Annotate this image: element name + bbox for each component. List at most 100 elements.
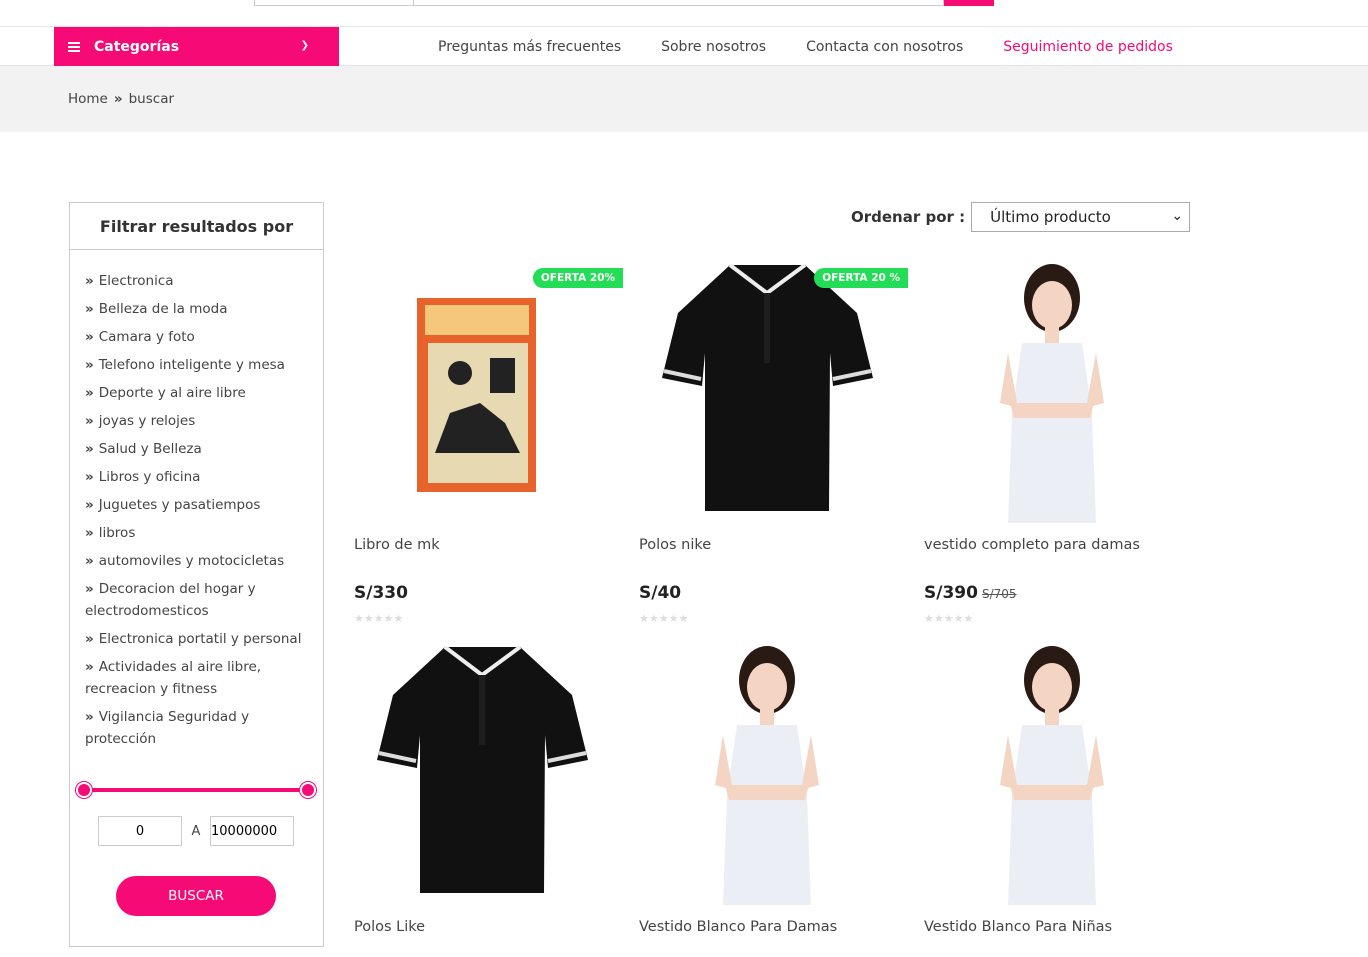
search-input[interactable] <box>414 0 944 6</box>
product-name[interactable]: vestido completo para damas <box>924 537 1140 553</box>
rating-stars-icon: ★★★★★ <box>354 612 404 625</box>
category-label: Decoracion del hogar y electrodomesticos <box>85 581 256 619</box>
price-min-handle[interactable] <box>76 782 92 798</box>
category-label: automoviles y motocicletas <box>98 553 285 569</box>
category-item[interactable]: » automoviles y motocicletas <box>85 550 309 572</box>
category-item[interactable]: » libros <box>85 522 309 544</box>
product-card[interactable]: Vestido Blanco Para Damas <box>625 635 910 957</box>
category-label: Camara y foto <box>98 329 195 345</box>
product-name[interactable]: Vestido Blanco Para Niñas <box>924 919 1112 935</box>
category-item[interactable]: » Vigilancia Seguridad y protección <box>85 706 309 750</box>
polo-shirt-icon[interactable] <box>625 253 910 533</box>
search-button[interactable] <box>944 0 994 6</box>
category-item[interactable]: » Belleza de la moda <box>85 298 309 320</box>
category-label: Electronica portatil y personal <box>98 631 302 647</box>
sort-label: Ordenar por : <box>851 208 966 226</box>
filter-title: Filtrar resultados por <box>70 203 323 250</box>
price-max-input[interactable] <box>210 816 294 846</box>
search-filter-button[interactable]: BUSCAR <box>116 876 276 916</box>
product-name[interactable]: Libro de mk <box>354 537 440 553</box>
discount-badge: OFERTA 20 % <box>814 268 908 288</box>
category-item[interactable]: » Libros y oficina <box>85 466 309 488</box>
nav-link-contact[interactable]: Contacta con nosotros <box>806 39 963 55</box>
double-chevron-icon: » <box>85 385 94 401</box>
double-chevron-icon: » <box>85 553 94 569</box>
categories-menu-button[interactable]: Categorías ❯ <box>54 27 339 67</box>
polo-shirt-icon[interactable] <box>340 635 625 915</box>
double-chevron-icon: » <box>85 631 94 647</box>
product-card[interactable]: Polos Like <box>340 635 625 957</box>
filter-sidebar: Filtrar resultados por » Electronica» Bell… <box>69 202 324 947</box>
old-price: S/705 <box>981 587 1017 601</box>
category-item[interactable]: » Deporte y al aire libre <box>85 382 309 404</box>
product-name[interactable]: Polos Like <box>354 919 425 935</box>
product-name[interactable]: Polos nike <box>639 537 711 553</box>
double-chevron-icon: » <box>85 469 94 485</box>
category-item[interactable]: » Camara y foto <box>85 326 309 348</box>
product-price: S/390 S/705 <box>924 583 1017 603</box>
chevron-down-icon: ❯ <box>300 40 309 51</box>
chevron-down-icon: ⌄ <box>1171 208 1184 224</box>
dress-model-icon[interactable] <box>910 635 1195 915</box>
product-card[interactable]: Vestido Blanco Para Niñas <box>910 635 1195 957</box>
category-item[interactable]: » Juguetes y pasatiempos <box>85 494 309 516</box>
price-min-input[interactable] <box>98 816 182 846</box>
product-price: S/330 <box>354 583 408 603</box>
breadcrumb: Home » buscar <box>0 66 1368 132</box>
category-item[interactable]: » Electronica portatil y personal <box>85 628 309 650</box>
search-category-select[interactable] <box>254 0 414 6</box>
category-label: Actividades al aire libre, recreacion y … <box>85 659 262 697</box>
nav-link-faq[interactable]: Preguntas más frecuentes <box>438 39 621 55</box>
book-icon[interactable] <box>340 253 625 533</box>
double-chevron-icon: » <box>85 357 94 373</box>
double-chevron-icon: » <box>85 273 94 289</box>
category-label: Electronica <box>98 273 174 289</box>
product-card[interactable]: OFERTA 20 % Polos nike S/40 ★★★★★ <box>625 253 910 633</box>
category-label: libros <box>98 525 136 541</box>
nav-link-about[interactable]: Sobre nosotros <box>661 39 766 55</box>
category-item[interactable]: » Telefono inteligente y mesa <box>85 354 309 376</box>
double-chevron-icon: » <box>85 525 94 541</box>
discount-badge: OFERTA 20% <box>532 268 623 288</box>
category-label: Libros y oficina <box>98 469 201 485</box>
main-nav: Categorías ❯ Preguntas más frecuentes So… <box>0 27 1368 67</box>
category-item[interactable]: » Electronica <box>85 270 309 292</box>
category-item[interactable]: » Decoracion del hogar y electrodomestico… <box>85 578 309 622</box>
price-range-slider[interactable] <box>76 782 316 798</box>
sort-select[interactable]: Último producto ⌄ <box>971 202 1191 232</box>
dress-model-icon[interactable] <box>910 253 1195 533</box>
category-item[interactable]: » Salud y Belleza <box>85 438 309 460</box>
product-price: S/40 <box>639 583 682 603</box>
sort-control: Ordenar por : Último producto ⌄ <box>851 202 1191 232</box>
double-chevron-icon: » <box>85 709 94 725</box>
category-label: Salud y Belleza <box>98 441 202 457</box>
double-chevron-icon: » <box>85 581 94 597</box>
top-search-bar <box>0 0 1368 27</box>
rating-stars-icon: ★★★★★ <box>639 612 689 625</box>
double-chevron-icon: » <box>85 497 94 513</box>
double-chevron-icon: » <box>85 329 94 345</box>
category-label: Juguetes y pasatiempos <box>98 497 261 513</box>
category-item[interactable]: » Actividades al aire libre, recreacion y… <box>85 656 309 700</box>
double-chevron-icon: » <box>85 301 94 317</box>
dress-model-icon[interactable] <box>625 635 910 915</box>
category-list: » Electronica» Belleza de la moda» Camara y… <box>70 250 323 750</box>
breadcrumb-home[interactable]: Home <box>68 91 108 107</box>
category-item[interactable]: » joyas y relojes <box>85 410 309 432</box>
category-label: Belleza de la moda <box>98 301 228 317</box>
double-chevron-icon: » <box>85 659 94 675</box>
product-card[interactable]: vestido completo para damas S/390 S/705 ★★★… <box>910 253 1195 633</box>
breadcrumb-separator: » <box>113 91 123 107</box>
product-name[interactable]: Vestido Blanco Para Damas <box>639 919 837 935</box>
category-label: Deporte y al aire libre <box>98 385 246 401</box>
menu-icon <box>68 40 80 54</box>
price-max-handle[interactable] <box>300 782 316 798</box>
rating-stars-icon: ★★★★★ <box>924 612 974 625</box>
double-chevron-icon: » <box>85 413 94 429</box>
product-card[interactable]: OFERTA 20% Libro de mk S/330 ★★★★★ <box>340 253 625 633</box>
category-label: Telefono inteligente y mesa <box>98 357 285 373</box>
categories-label: Categorías <box>94 39 180 55</box>
nav-link-order-tracking[interactable]: Seguimiento de pedidos <box>1003 39 1173 55</box>
double-chevron-icon: » <box>85 441 94 457</box>
breadcrumb-current: buscar <box>128 91 175 107</box>
